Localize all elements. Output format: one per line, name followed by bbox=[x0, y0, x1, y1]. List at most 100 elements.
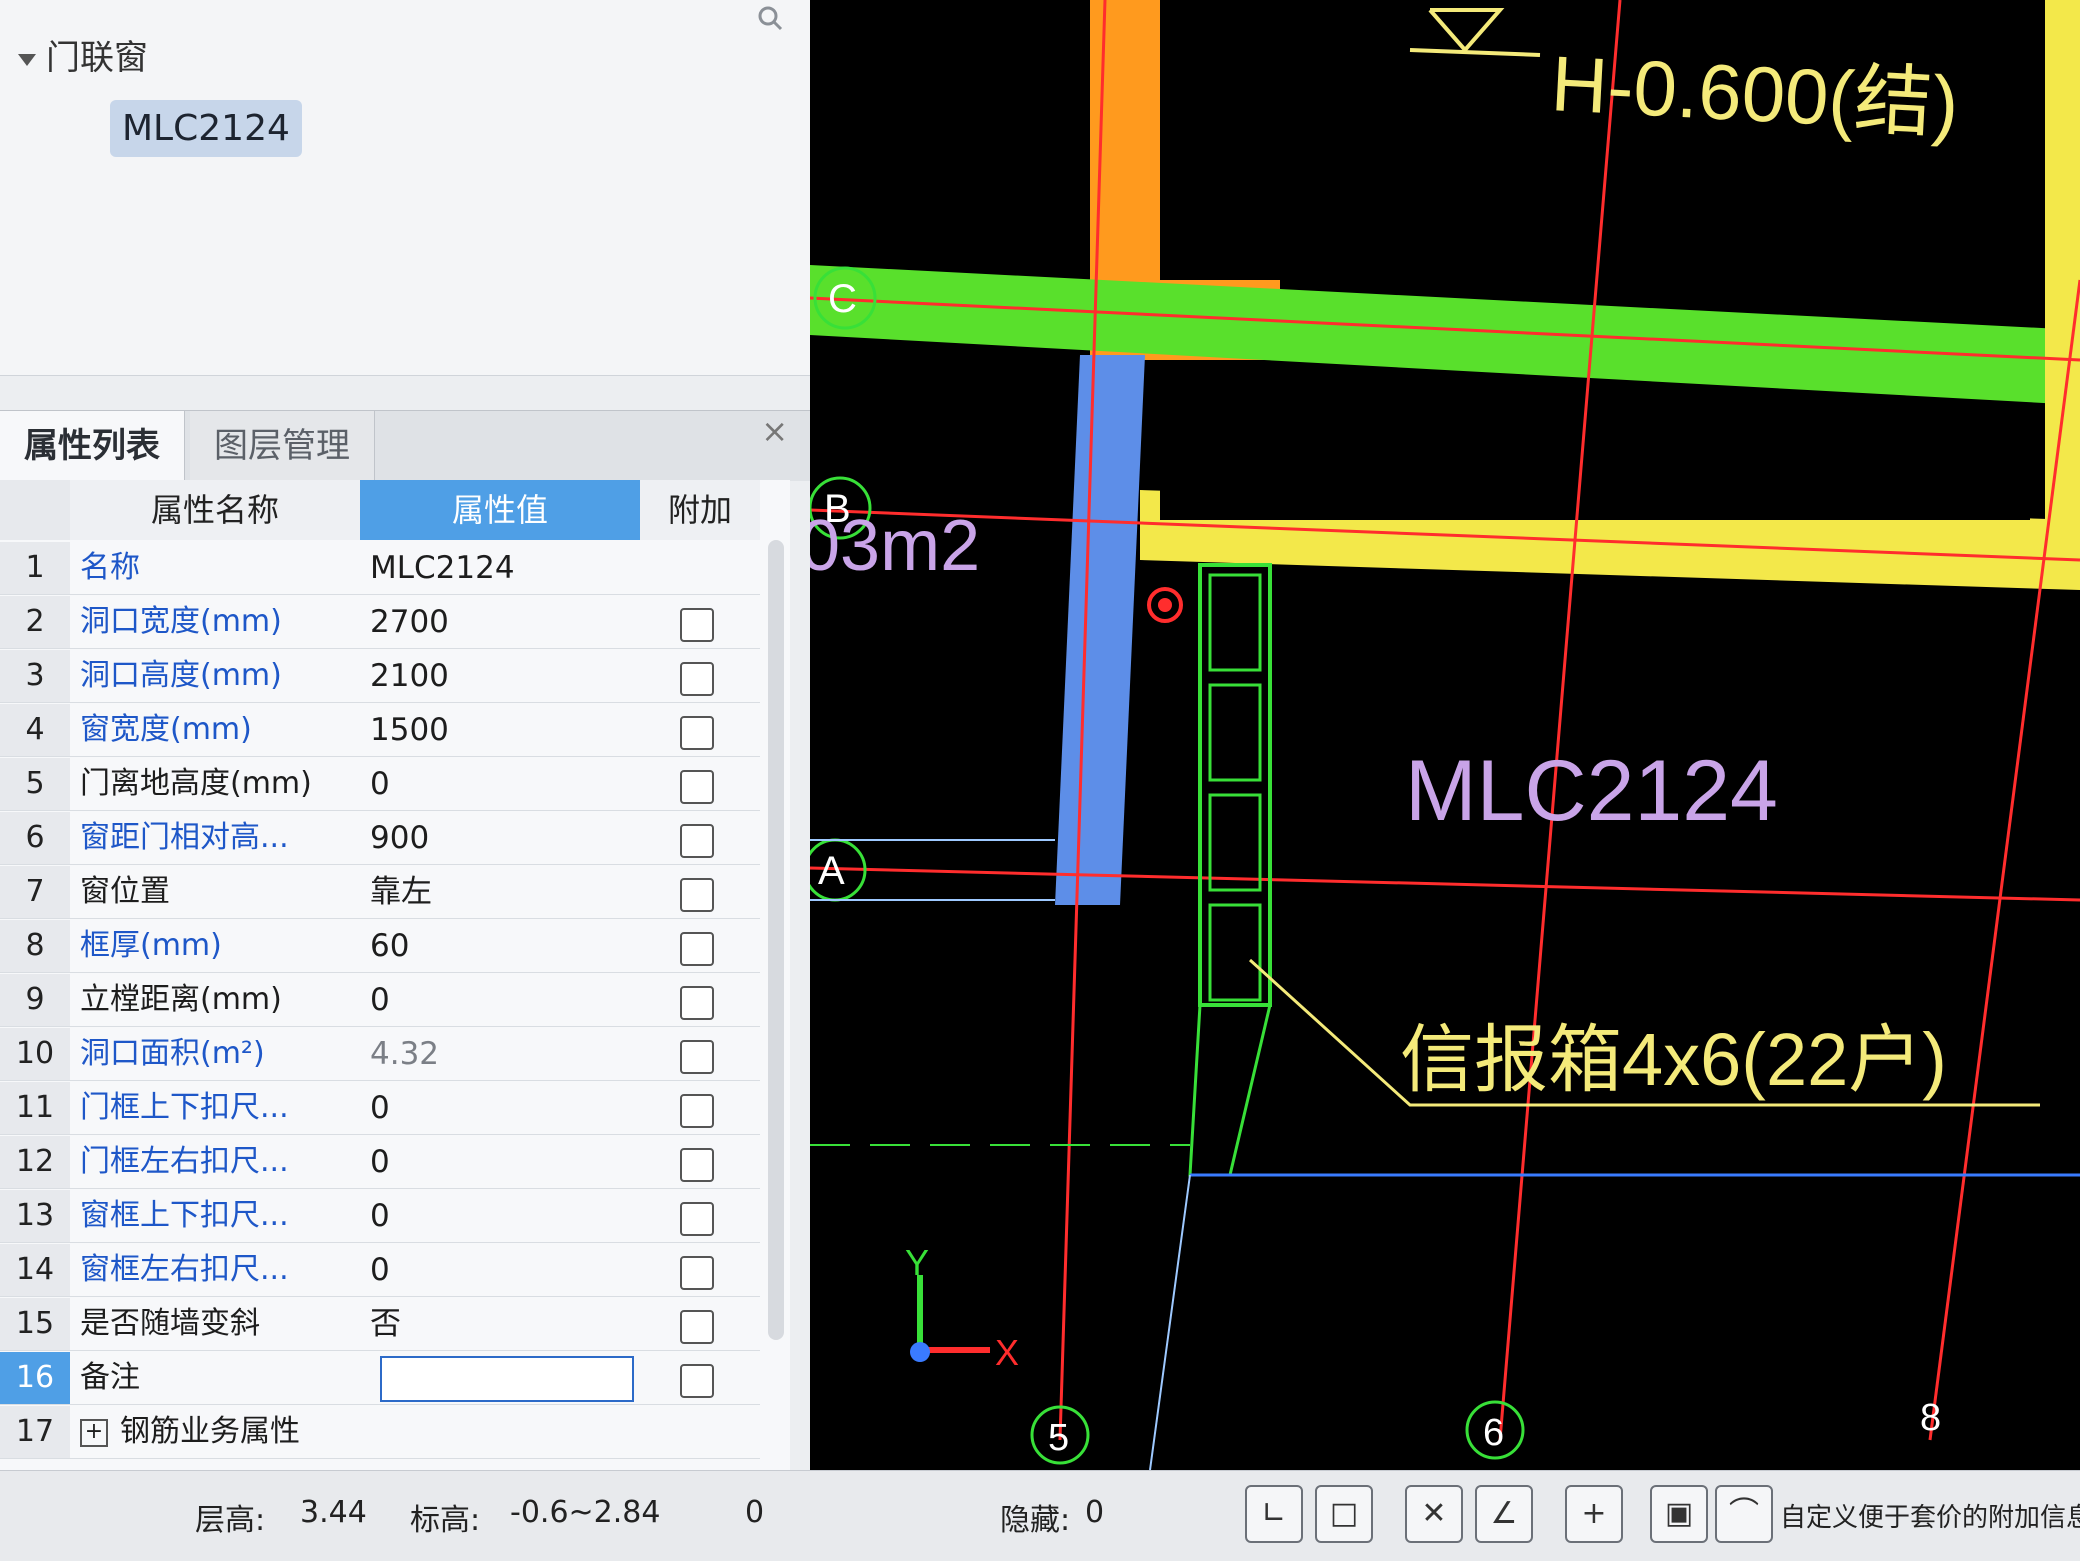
property-value[interactable]: 0 bbox=[370, 974, 640, 1026]
extra-checkbox[interactable] bbox=[680, 1148, 714, 1182]
extra-checkbox[interactable] bbox=[680, 1040, 714, 1074]
property-value[interactable]: 2100 bbox=[370, 650, 640, 702]
extra-checkbox[interactable] bbox=[680, 1256, 714, 1290]
property-name-group[interactable]: + 钢筋业务属性 bbox=[80, 1406, 360, 1458]
property-value[interactable]: 0 bbox=[370, 1136, 640, 1188]
hidden-value: 0 bbox=[1085, 1495, 1105, 1530]
hidden-label: 隐藏: bbox=[1000, 1503, 1071, 1538]
property-name: 立樘距离(mm) bbox=[80, 982, 282, 1017]
property-value[interactable]: 0 bbox=[370, 758, 640, 810]
extra-checkbox[interactable] bbox=[680, 932, 714, 966]
extra-checkbox[interactable] bbox=[680, 824, 714, 858]
cad-viewport[interactable]: C B A 5 6 8 H-0.600(结) 03m2 MLC2124 信报箱4… bbox=[810, 0, 2080, 1470]
tab-layer-management[interactable]: 图层管理 bbox=[190, 411, 375, 481]
tree-item-selected[interactable]: MLC2124 bbox=[110, 100, 302, 157]
table-row[interactable]: 14 窗框左右扣尺... 0 bbox=[0, 1244, 760, 1297]
table-row[interactable]: 15 是否随墙变斜 否 bbox=[0, 1298, 760, 1351]
extra-checkbox[interactable] bbox=[680, 608, 714, 642]
window-pane bbox=[1208, 573, 1262, 672]
table-row-selected[interactable]: 16 备注 bbox=[0, 1352, 760, 1405]
extra-checkbox[interactable] bbox=[680, 1364, 714, 1398]
row-number: 6 bbox=[0, 812, 70, 864]
window-taper bbox=[1188, 1004, 1272, 1177]
black-room-lower bbox=[1160, 410, 2030, 520]
table-row[interactable]: 7 窗位置 靠左 bbox=[0, 866, 760, 919]
table-row[interactable]: 2 洞口宽度(mm) 2700 bbox=[0, 596, 760, 649]
header-property-name[interactable]: 属性名称 bbox=[70, 480, 361, 540]
property-value[interactable]: 2700 bbox=[370, 596, 640, 648]
table-row[interactable]: 12 门框左右扣尺... 0 bbox=[0, 1136, 760, 1189]
extra-checkbox[interactable] bbox=[680, 770, 714, 804]
tab-properties[interactable]: 属性列表 bbox=[0, 411, 185, 481]
table-row[interactable]: 8 框厚(mm) 60 bbox=[0, 920, 760, 973]
property-name: 名称 bbox=[80, 550, 140, 585]
chevron-down-icon[interactable] bbox=[18, 53, 36, 66]
property-name: 门框上下扣尺... bbox=[80, 1090, 289, 1125]
table-row[interactable]: 9 立樘距离(mm) 0 bbox=[0, 974, 760, 1027]
tree-group-door-window[interactable]: 门联窗 bbox=[18, 30, 148, 79]
property-value[interactable]: 0 bbox=[370, 1190, 640, 1242]
table-row[interactable]: 5 门离地高度(mm) 0 bbox=[0, 758, 760, 811]
property-value[interactable]: 900 bbox=[370, 812, 640, 864]
table-row[interactable]: 6 窗距门相对高... 900 bbox=[0, 812, 760, 865]
angle-icon[interactable]: ∠ bbox=[1475, 1485, 1533, 1543]
axis-label-8: 8 bbox=[1920, 1397, 1941, 1439]
property-value[interactable]: 0 bbox=[370, 1244, 640, 1296]
row-number: 11 bbox=[0, 1082, 70, 1134]
element-label: MLC2124 bbox=[1405, 743, 1778, 839]
row-number: 17 bbox=[0, 1406, 70, 1458]
table-row[interactable]: 4 窗宽度(mm) 1500 bbox=[0, 704, 760, 757]
remark-input[interactable] bbox=[380, 1356, 634, 1402]
search-icon[interactable] bbox=[756, 4, 784, 32]
header-index bbox=[0, 480, 70, 540]
property-value[interactable]: 0 bbox=[370, 1082, 640, 1134]
arc-icon[interactable]: ⌒ bbox=[1715, 1485, 1773, 1543]
row-number: 3 bbox=[0, 650, 70, 702]
extra-checkbox[interactable] bbox=[680, 1202, 714, 1236]
property-name: 门离地高度(mm) bbox=[80, 766, 312, 801]
cross-icon[interactable]: ✕ bbox=[1405, 1485, 1463, 1543]
panel-tabs: 属性列表 图层管理 × bbox=[0, 410, 810, 481]
extra-checkbox[interactable] bbox=[680, 1310, 714, 1344]
property-grid: 属性名称 属性值 附加 1 名称 MLC2124 2 洞口宽度(mm) 2700… bbox=[0, 480, 790, 1470]
extra-checkbox[interactable] bbox=[680, 716, 714, 750]
count-value: 0 bbox=[745, 1495, 765, 1530]
property-value[interactable]: 靠左 bbox=[370, 866, 640, 918]
property-value[interactable]: 60 bbox=[370, 920, 640, 972]
axis-label-a: A bbox=[818, 849, 845, 893]
ucs-origin bbox=[910, 1342, 930, 1362]
header-property-value[interactable]: 属性值 bbox=[360, 480, 640, 540]
table-row[interactable]: 13 窗框上下扣尺... 0 bbox=[0, 1190, 760, 1243]
vertical-scrollbar[interactable] bbox=[768, 540, 784, 1340]
property-name: 窗距门相对高... bbox=[80, 820, 289, 855]
extra-checkbox[interactable] bbox=[680, 878, 714, 912]
window-pane bbox=[1208, 903, 1262, 1002]
extra-checkbox[interactable] bbox=[680, 986, 714, 1020]
rectangle-select-icon[interactable]: □ bbox=[1315, 1485, 1373, 1543]
add-point-icon[interactable]: + bbox=[1565, 1485, 1623, 1543]
property-value[interactable]: 1500 bbox=[370, 704, 640, 756]
window-pane bbox=[1208, 793, 1262, 892]
row-number: 13 bbox=[0, 1190, 70, 1242]
cad-drawing: C B A 5 6 8 H-0.600(结) 03m2 MLC2124 信报箱4… bbox=[810, 0, 2080, 1470]
close-icon[interactable]: × bbox=[761, 411, 788, 451]
table-row[interactable]: 1 名称 MLC2124 bbox=[0, 542, 760, 595]
table-row[interactable]: 11 门框上下扣尺... 0 bbox=[0, 1082, 760, 1135]
ortho-snap-icon[interactable]: ∟ bbox=[1245, 1485, 1303, 1543]
display-icon[interactable]: ▣ bbox=[1650, 1485, 1708, 1543]
property-name: 洞口面积(m²) bbox=[80, 1036, 265, 1071]
row-number: 15 bbox=[0, 1298, 70, 1350]
property-value[interactable]: MLC2124 bbox=[370, 542, 640, 594]
expand-icon[interactable]: + bbox=[80, 1418, 108, 1447]
row-number: 7 bbox=[0, 866, 70, 918]
table-row[interactable]: 3 洞口高度(mm) 2100 bbox=[0, 650, 760, 703]
extra-checkbox[interactable] bbox=[680, 662, 714, 696]
extra-checkbox[interactable] bbox=[680, 1094, 714, 1128]
property-name: 窗宽度(mm) bbox=[80, 712, 252, 747]
header-extra[interactable]: 附加 bbox=[640, 480, 760, 540]
box-label: 信报箱4x6(22户) bbox=[1400, 1018, 1947, 1101]
table-row[interactable]: 17 + 钢筋业务属性 bbox=[0, 1406, 760, 1459]
row-number: 16 bbox=[0, 1352, 70, 1404]
table-row[interactable]: 10 洞口面积(m²) 4.32 bbox=[0, 1028, 760, 1081]
property-value[interactable]: 否 bbox=[370, 1298, 640, 1350]
